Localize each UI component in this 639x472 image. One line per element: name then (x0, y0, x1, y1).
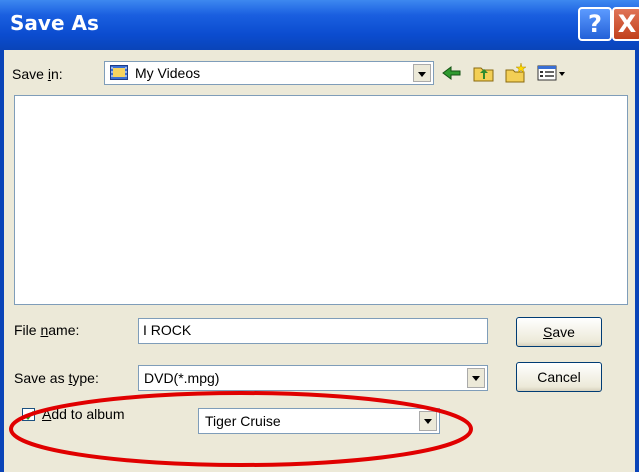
views-menu-icon[interactable] (536, 62, 568, 84)
file-name-input[interactable]: I ROCK (138, 318, 488, 344)
title-bar[interactable]: Save As ? X (0, 0, 639, 50)
save-as-type-value: DVD(*.mpg) (144, 370, 220, 386)
save-as-dialog: Save As ? X Save in: My Videos File name… (0, 0, 639, 472)
up-folder-icon[interactable] (472, 62, 496, 84)
window-title: Save As (10, 11, 99, 35)
file-name-label: File name: (14, 322, 80, 338)
save-in-label: Save in: (12, 66, 63, 82)
close-button[interactable]: X (612, 7, 639, 41)
chevron-down-icon[interactable] (413, 64, 431, 82)
window-frame-left (0, 50, 4, 472)
my-videos-folder-icon (110, 65, 128, 80)
save-in-value: My Videos (135, 65, 201, 81)
save-in-dropdown[interactable]: My Videos (104, 61, 434, 85)
chevron-down-icon[interactable] (467, 368, 485, 388)
new-folder-icon[interactable] (504, 62, 528, 84)
file-list-pane[interactable] (14, 95, 628, 305)
back-arrow-icon[interactable] (440, 62, 464, 84)
highlight-oval (9, 391, 473, 467)
help-button[interactable]: ? (578, 7, 612, 41)
save-button[interactable]: Save (516, 317, 602, 347)
window-frame-right (635, 50, 639, 472)
save-as-type-label: Save as type: (14, 370, 99, 386)
cancel-button[interactable]: Cancel (516, 362, 602, 392)
